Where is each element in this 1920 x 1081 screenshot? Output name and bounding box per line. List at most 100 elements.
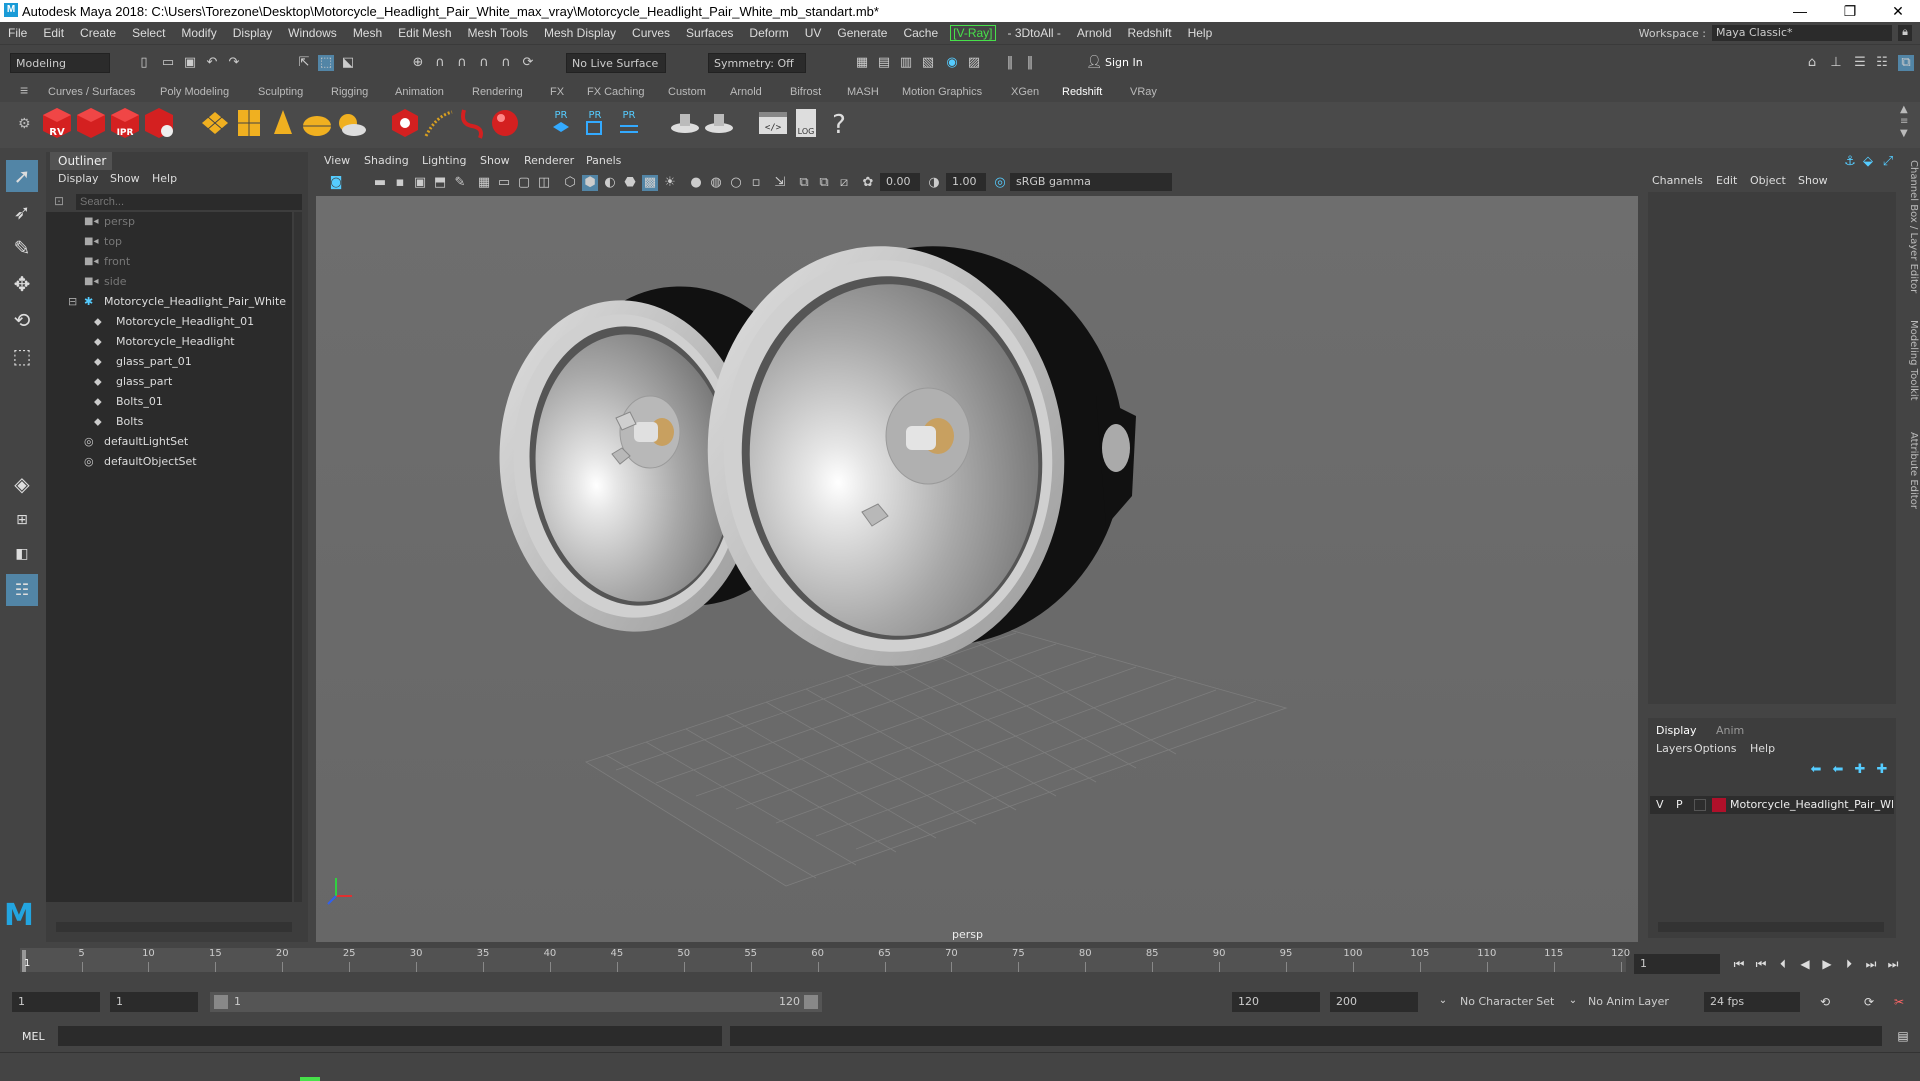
stop-icon[interactable]: ‖ [1022,55,1038,71]
menu-arnold[interactable]: Arnold [1069,26,1120,40]
layer-menu-options[interactable]: Options [1694,742,1736,755]
shelf-tab-fx-caching[interactable]: FX Caching [587,86,644,98]
range-start-handle[interactable] [214,995,228,1009]
channel-menu-object[interactable]: Object [1750,174,1786,187]
resolution-gate-icon[interactable]: ▢ [516,175,532,191]
exposure-icon[interactable]: ✿ [860,175,876,191]
snap-rotate-icon[interactable]: ⟳ [520,55,536,71]
menu-uv[interactable]: UV [797,26,830,40]
play-forward-icon[interactable]: ▶ [1818,955,1836,973]
tree-item-child[interactable]: ⬥ Motorcycle_Headlight_01 [46,312,286,332]
image-plane-icon[interactable]: ▣ [412,175,428,191]
fps-dropdown[interactable]: 24 fps [1704,992,1800,1012]
step-forward-key-icon[interactable]: ⏭ [1862,955,1880,973]
new-layer-selected-icon[interactable]: ✚ [1874,762,1890,778]
ipr-icon[interactable]: ▥ [898,55,914,71]
shelf-tab-redshift[interactable]: Redshift [1062,86,1102,98]
bookmark-icon[interactable]: ▪ [392,175,408,191]
outliner-filter-icon[interactable]: ⊡ [54,194,70,210]
scale-tool-icon[interactable]: ⬚ [6,340,38,372]
pause-icon[interactable]: ‖ [1002,55,1018,71]
minimize-button[interactable]: — [1780,0,1820,22]
snap-view-icon[interactable]: ∩ [476,55,492,71]
ambient-occlusion-icon[interactable]: ● [688,175,704,191]
open-scene-icon[interactable]: ▭ [160,55,176,71]
loop-icon[interactable]: ⟲ [1816,993,1834,1011]
go-to-start-icon[interactable]: ⏮ [1730,955,1748,973]
pr-icon-1[interactable]: PR [544,106,578,140]
tree-item-side[interactable]: ■◂ side [46,272,286,292]
shelf-tab-arnold[interactable]: Arnold [730,86,762,98]
outliner-menu-display[interactable]: Display [58,172,99,185]
outliner-layout-icon[interactable]: ☷ [6,574,38,606]
layer-menu-help[interactable]: Help [1750,742,1775,755]
xray-icon[interactable]: ⧉ [796,175,812,191]
redo-icon[interactable]: ↷ [226,55,242,71]
time-ruler[interactable]: 1 5 10 15 20 25 30 35 40 45 50 55 60 65 70 75 80 85 90 95 1… [20,948,1630,972]
move-layer-down-icon[interactable]: ⬅ [1830,762,1846,778]
channel-box-tool-icon[interactable]: ⚓ [1842,154,1858,170]
step-back-key-icon[interactable]: ⏮ [1752,955,1770,973]
layer-playback-toggle[interactable]: P [1676,796,1683,814]
tree-item-child[interactable]: ⬥ Bolts_01 [46,392,286,412]
undo-icon[interactable]: ↶ [204,55,220,71]
persp-outliner-layout-icon[interactable]: ◧ [6,538,38,570]
pr-icon-3[interactable]: PR [612,106,646,140]
menu-edit-mesh[interactable]: Edit Mesh [390,26,459,40]
symmetry-dropdown[interactable]: Symmetry: Off [708,53,806,73]
shelf-tab-custom[interactable]: Custom [668,86,706,98]
render-view-icon[interactable]: ▨ [966,55,982,71]
side-tab-modeling-toolkit[interactable]: Modeling Toolkit [1908,320,1919,401]
menu-mesh[interactable]: Mesh [345,26,390,40]
xray-components-icon[interactable]: ⧄ [836,175,852,191]
animation-start-input[interactable]: 1 [12,992,100,1012]
menu-create[interactable]: Create [72,26,124,40]
menu-select[interactable]: Select [124,26,173,40]
redshift-ipr-icon[interactable]: IPR [108,106,142,140]
menu-mesh-display[interactable]: Mesh Display [536,26,624,40]
shelf-tab-sculpting[interactable]: Sculpting [258,86,303,98]
redshift-render-view-icon[interactable]: RV [40,106,74,140]
hypershade-icon[interactable]: ◉ [944,55,960,71]
log-icon[interactable]: LOG [790,106,824,140]
playback-start-input[interactable]: 1 [110,992,198,1012]
menu-modify[interactable]: Modify [173,26,224,40]
motion-blur-icon[interactable]: ◍ [708,175,724,191]
menu-help[interactable]: Help [1180,26,1221,40]
gamma-input[interactable]: 1.00 [946,173,986,191]
menu-curves[interactable]: Curves [624,26,678,40]
camera-attributes-icon[interactable]: ▬ [372,175,388,191]
shelf-tab-vray[interactable]: VRay [1130,86,1157,98]
bake-icon-1[interactable] [668,106,702,140]
tree-item-child[interactable]: ⬥ Bolts [46,412,286,432]
redshift-cube-icon[interactable] [74,106,108,140]
side-tab-channel-box[interactable]: Channel Box / Layer Editor [1908,160,1919,293]
layer-tab-anim[interactable]: Anim [1716,724,1744,737]
character-set-dropdown[interactable]: No Character Set [1454,992,1564,1012]
channel-box-attr-icon[interactable]: ⬙ [1860,154,1876,170]
gate-mask-icon[interactable]: ◫ [536,175,552,191]
workspace-dropdown[interactable]: Maya Classic* [1712,25,1892,41]
snap-point-icon[interactable]: ∩ [454,55,470,71]
shelf-tab-curves-surfaces[interactable]: Curves / Surfaces [48,86,135,98]
auto-key-icon[interactable]: ⟳ [1860,993,1878,1011]
play-backward-icon[interactable]: ◀ [1796,955,1814,973]
spot-light-icon[interactable] [266,106,300,140]
tree-item-set[interactable]: ◎ defaultObjectSet [46,452,286,472]
sun-sky-icon[interactable] [334,106,368,140]
outliner-search-input[interactable] [76,194,302,210]
shelf-tab-bifrost[interactable]: Bifrost [790,86,821,98]
anim-layer-dropdown[interactable]: No Anim Layer [1582,992,1692,1012]
new-layer-icon[interactable]: ✚ [1852,762,1868,778]
wireframe-icon[interactable]: ⬡ [562,175,578,191]
viewport-canvas[interactable] [316,196,1638,942]
layer-menu-layers[interactable]: Layers [1656,742,1692,755]
viewport-menu-renderer[interactable]: Renderer [524,154,574,167]
range-slider[interactable]: 1 120 [210,992,822,1012]
shelf-settings-icon[interactable]: ⚙ [18,116,31,132]
pr-icon-2[interactable]: PR [578,106,612,140]
step-back-frame-icon[interactable]: ⏴ [1774,955,1792,973]
outliner-menu-show[interactable]: Show [110,172,140,185]
current-frame-input[interactable]: 1 [1634,954,1720,974]
new-scene-icon[interactable]: ▯ [136,55,152,71]
